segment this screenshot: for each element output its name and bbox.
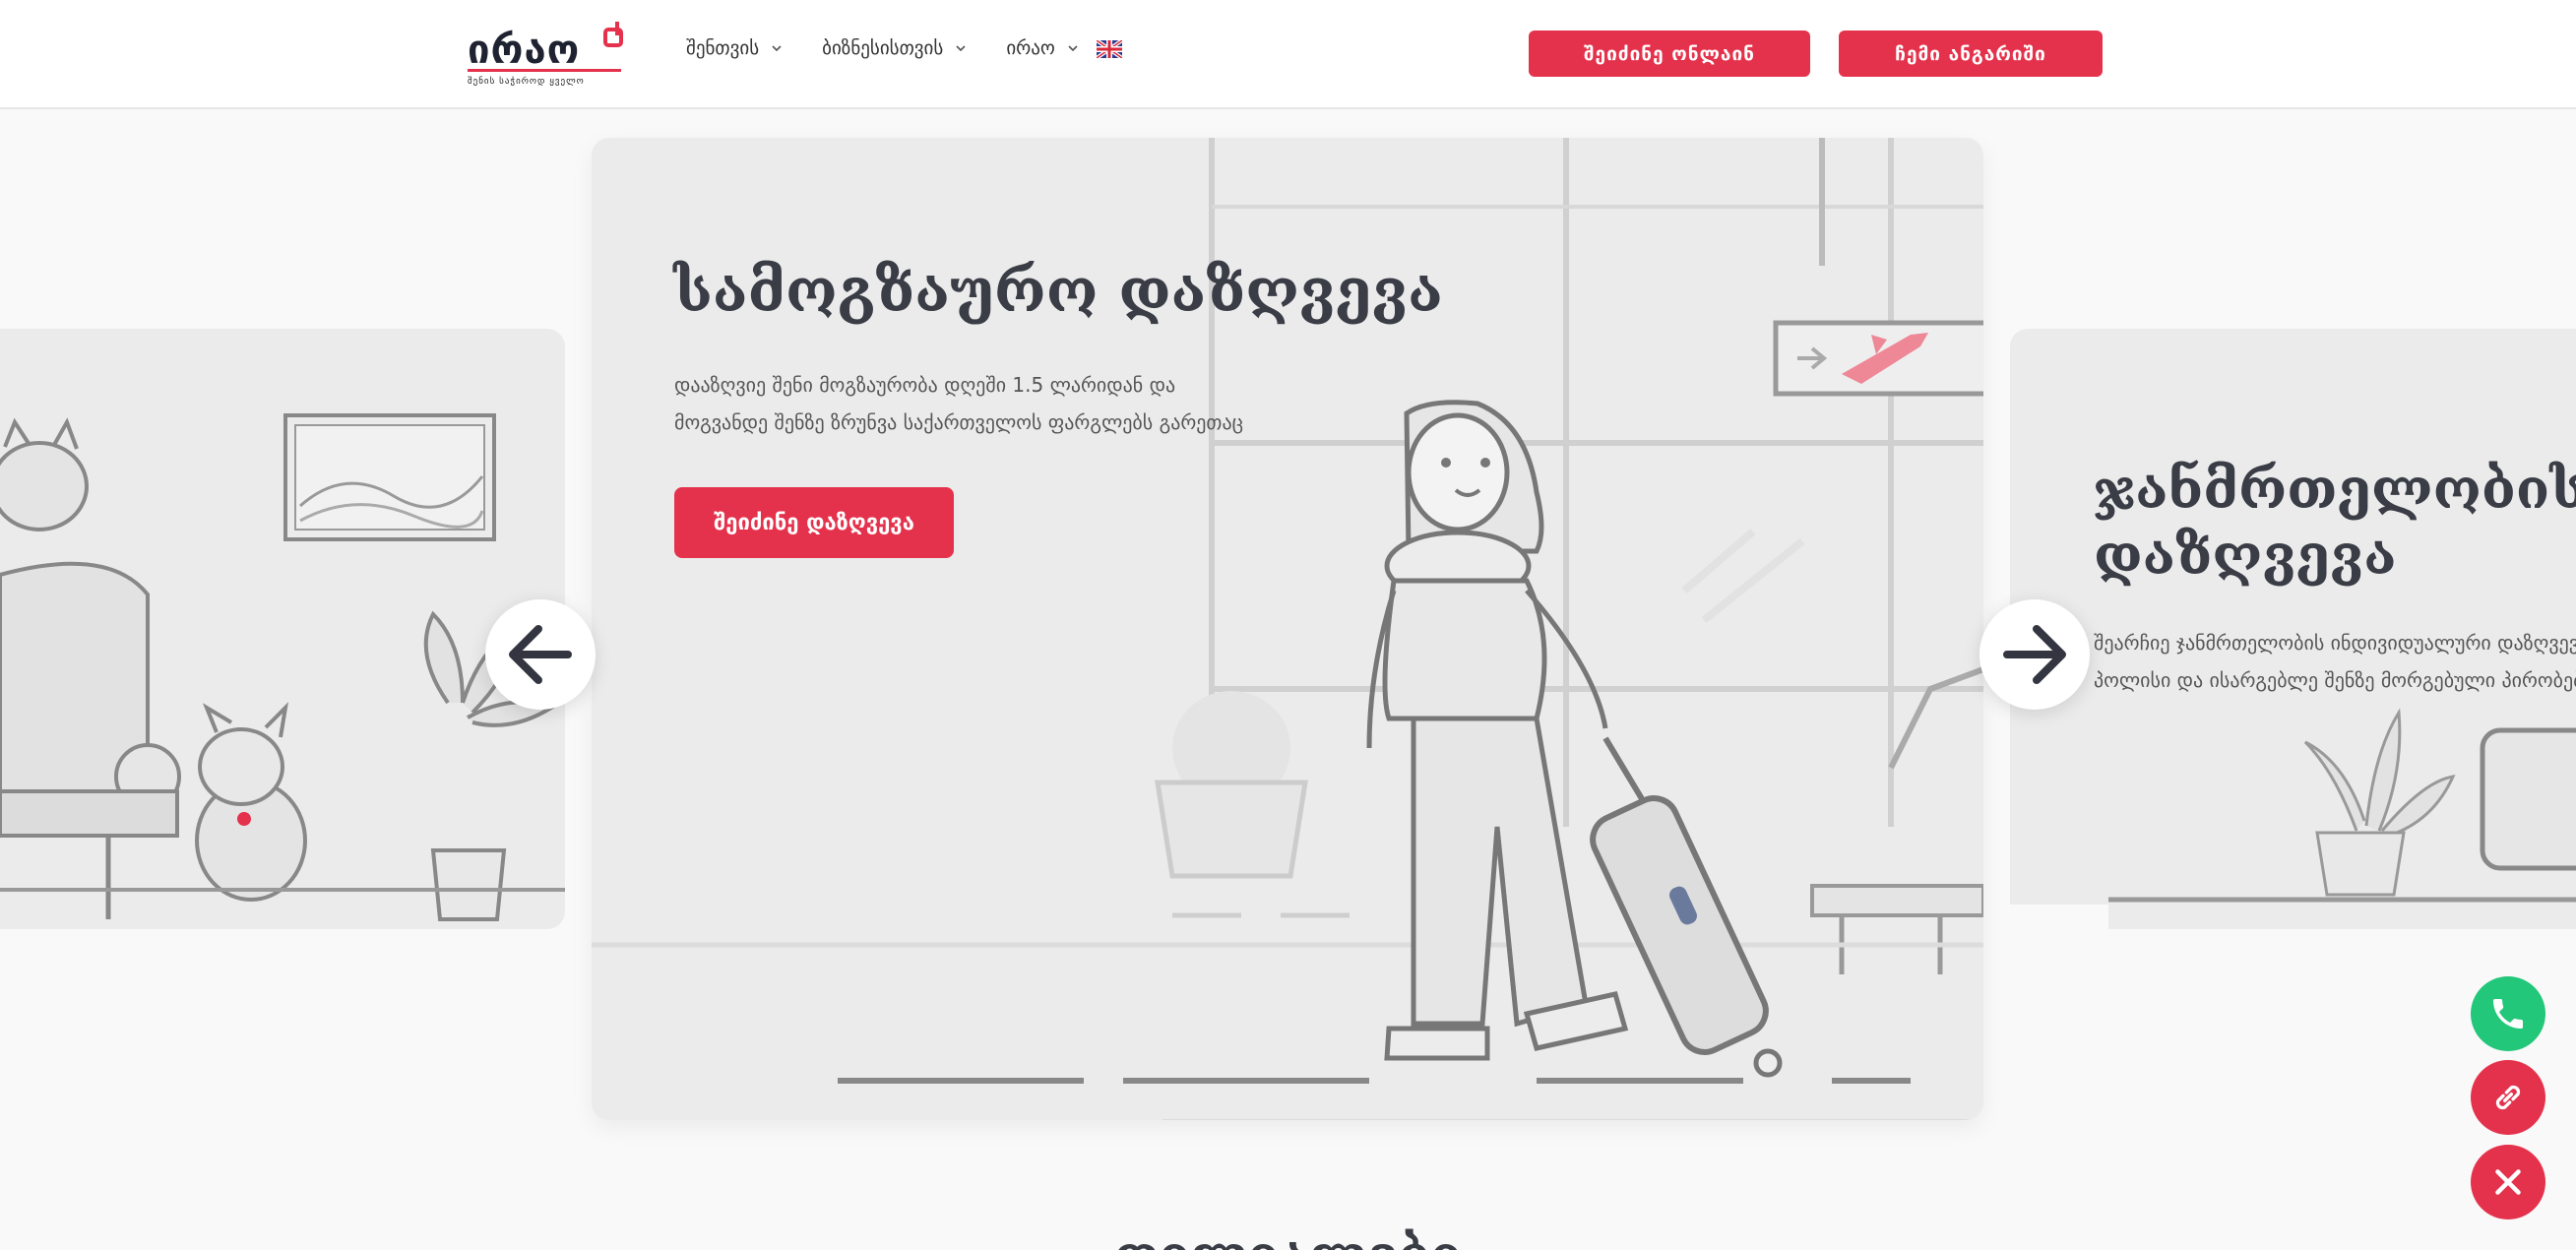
slide-description: დააზღვიე შენი მოგზაურობა დღეში 1.5 ლარიდ… xyxy=(674,366,1304,441)
section-title: ფილიალები xyxy=(0,1225,2576,1250)
arrow-right-icon xyxy=(2003,625,2066,684)
living-room-illustration xyxy=(0,413,565,921)
site-header: ირაო შენის საჭიროდ ყველო შენთვის ბიზნესი… xyxy=(0,0,2576,109)
nav-item-business[interactable]: ბიზნესისთვის xyxy=(822,37,967,59)
link-icon xyxy=(2495,1085,2521,1110)
slide-description-line: შეარჩიე ჯანმრთელობის ინდივიდუალური დაზღვ… xyxy=(2094,631,2576,655)
phone-icon xyxy=(2493,999,2523,1029)
logo-wordmark: ირაო xyxy=(468,28,581,73)
logo-tagline: შენის საჭიროდ ყველო xyxy=(468,77,585,87)
nav-item-about[interactable]: ირაო xyxy=(1006,37,1079,59)
slide-travel-insurance: სამოგზაურო დაზღვევა დააზღვიე შენი მოგზაუ… xyxy=(592,138,1983,1120)
slider-prev-button[interactable] xyxy=(485,599,596,710)
slide-description: შეარჩიე ჯანმრთელობის ინდივიდუალური დაზღვ… xyxy=(2094,624,2576,699)
logo-mark-icon xyxy=(603,22,623,47)
arrow-left-icon xyxy=(509,625,572,684)
slide-title-line: ჯანმრთელობის xyxy=(2094,457,2576,522)
slide-title: სამოგზაურო დაზღვევა xyxy=(673,257,1443,326)
slide-description-line: პოლისი და ისარგებლე შენზე მორგებული პირო… xyxy=(2094,668,2576,692)
slide-title: ჯანმრთელობის დაზღვევა xyxy=(2094,457,2576,589)
nav-item-for-you[interactable]: შენთვის xyxy=(686,37,783,59)
buy-online-button[interactable]: შეიძინე ონლაინ xyxy=(1529,31,1810,77)
my-account-button[interactable]: ჩემი ანგარიში xyxy=(1839,31,2103,77)
nav-item-label: ბიზნესისთვის xyxy=(822,37,944,59)
chevron-down-icon xyxy=(772,45,782,52)
nav-item-label: შენთვის xyxy=(686,37,760,59)
slide-previous[interactable] xyxy=(0,329,565,929)
main-nav: შენთვის ბიზნესისთვის ირაო xyxy=(686,37,1118,59)
logo-underline xyxy=(468,69,621,72)
logo[interactable]: ირაო შენის საჭიროდ ყველო xyxy=(468,22,625,91)
buy-insurance-button[interactable]: შეიძინე დაზღვევა xyxy=(674,487,954,558)
slide-next[interactable]: ჯანმრთელობის დაზღვევა შეარჩიე ჯანმრთელობ… xyxy=(2010,329,2576,929)
chevron-down-icon xyxy=(1068,45,1078,52)
slider-next-button[interactable] xyxy=(1979,599,2090,710)
slide-description-line: მოგვანდე შენზე ზრუნვა საქართველოს ფარგლე… xyxy=(674,410,1244,434)
uk-flag-icon[interactable] xyxy=(1097,40,1122,58)
close-button[interactable] xyxy=(2471,1145,2545,1219)
slide-title-line: დაზღვევა xyxy=(2094,523,2397,589)
close-icon xyxy=(2495,1169,2521,1195)
chevron-down-icon xyxy=(956,45,966,52)
call-button[interactable] xyxy=(2471,976,2545,1051)
slide-description-line: დააზღვიე შენი მოგზაურობა დღეში 1.5 ლარიდ… xyxy=(674,373,1176,397)
links-button[interactable] xyxy=(2471,1060,2545,1135)
nav-item-label: ირაო xyxy=(1006,37,1055,59)
